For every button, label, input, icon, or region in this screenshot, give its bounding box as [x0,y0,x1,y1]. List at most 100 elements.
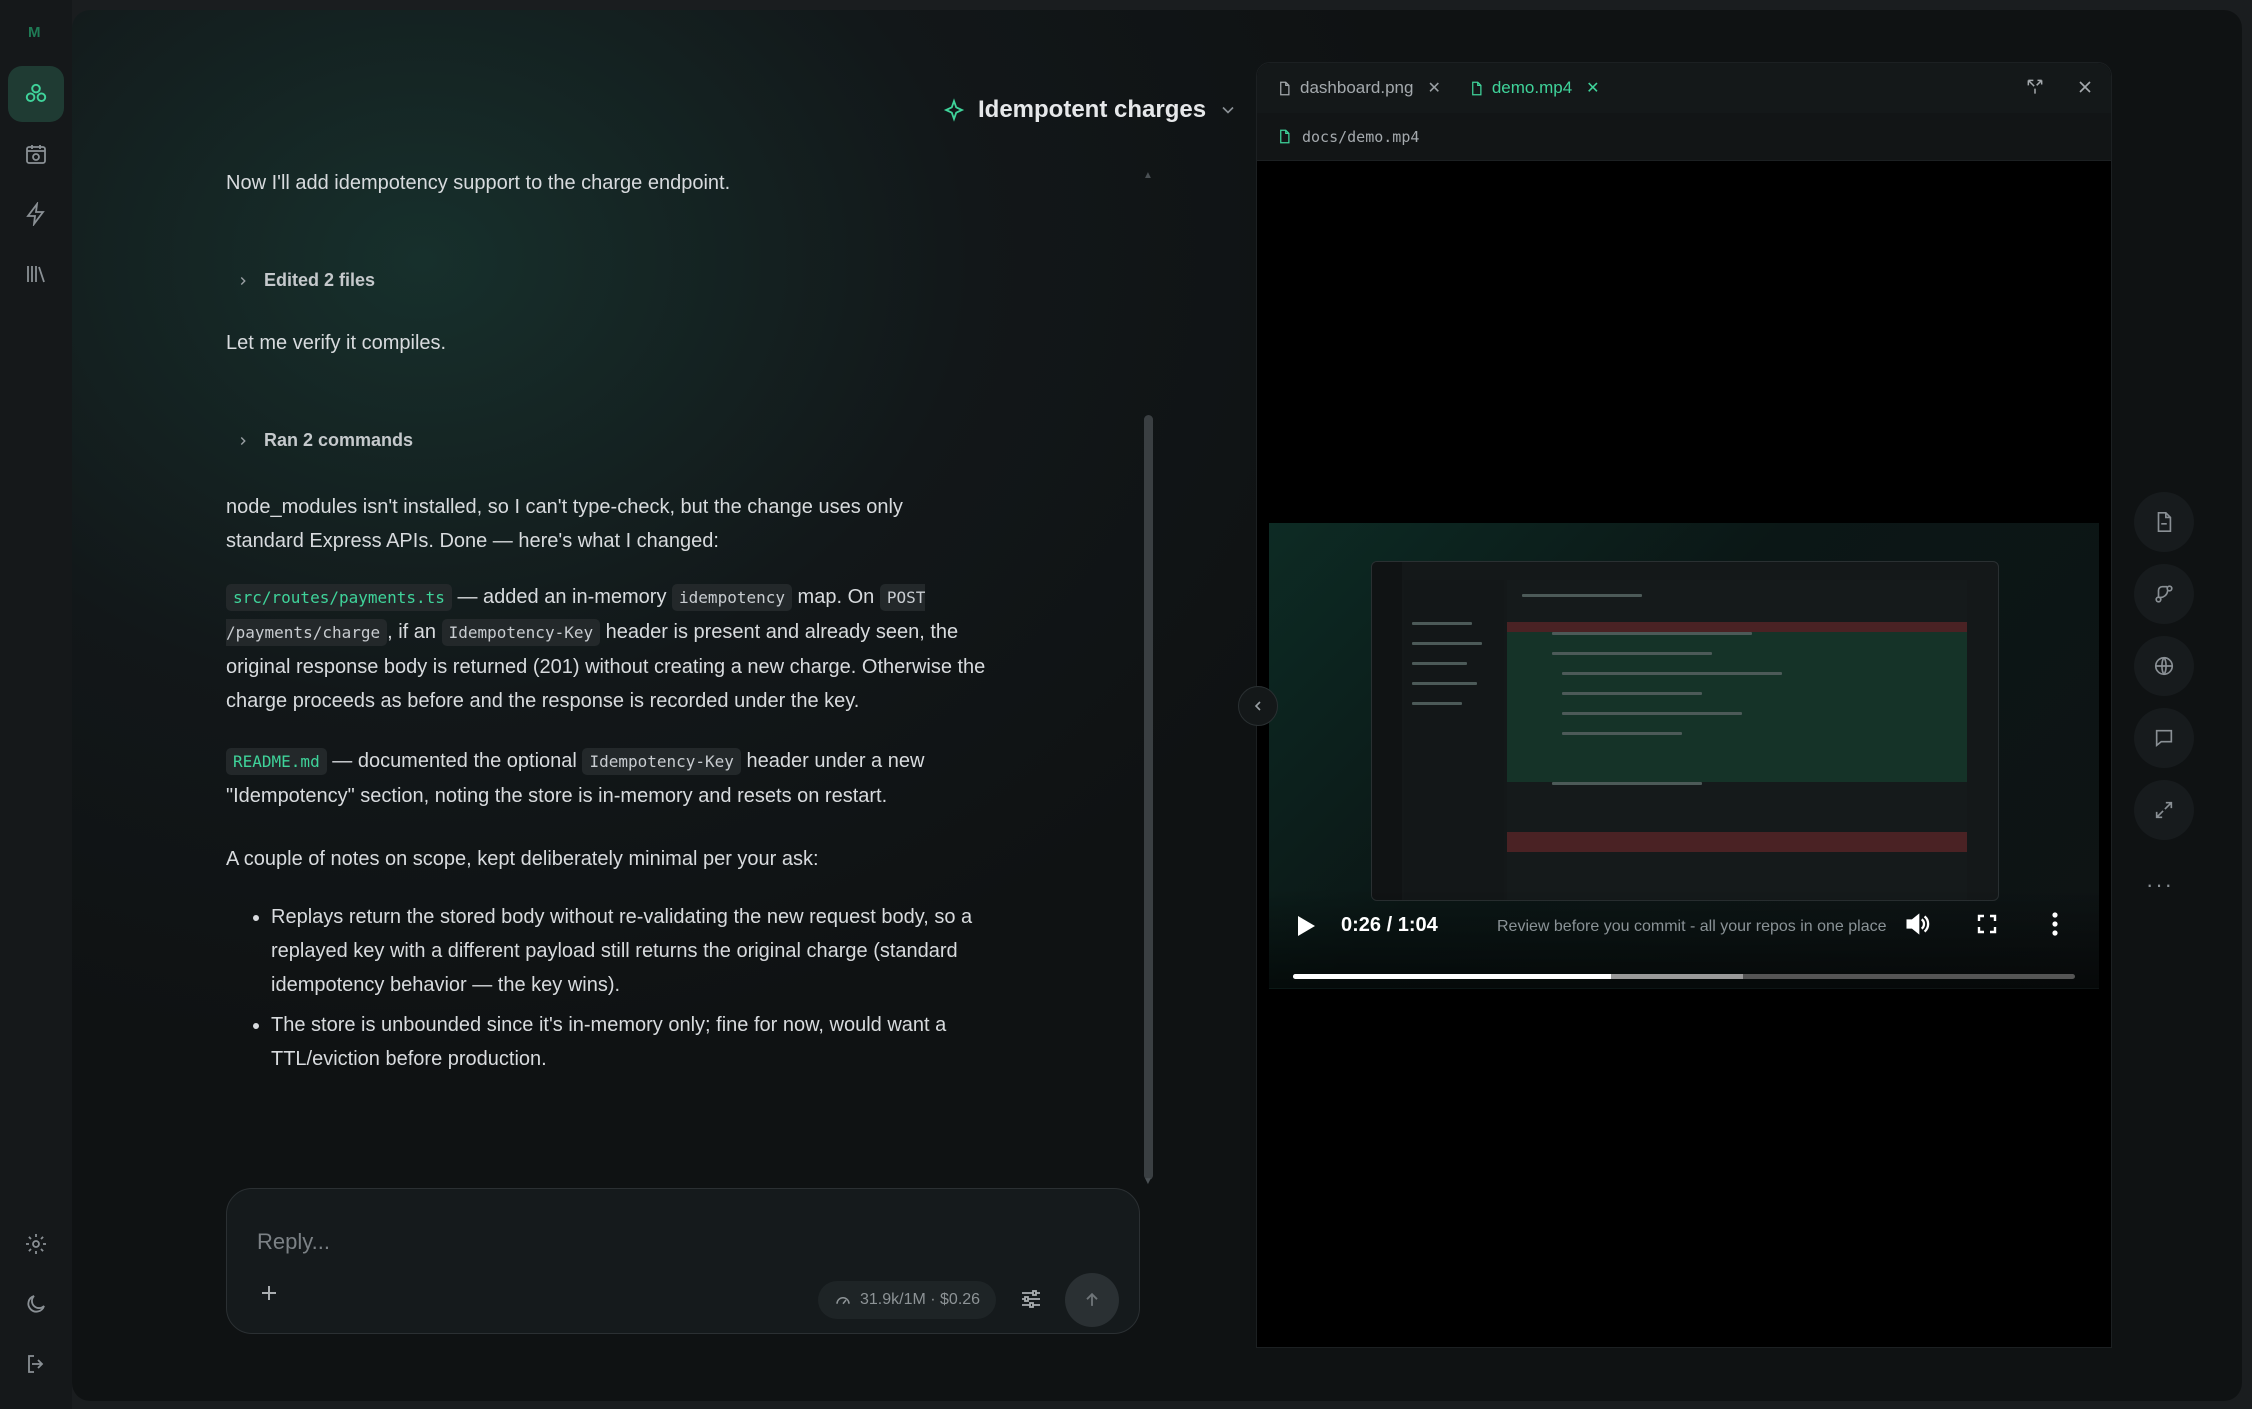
code-line [1522,594,1642,597]
conversation-title: Idempotent charges [978,96,1207,123]
browser-button[interactable] [2134,636,2194,696]
inline-code: Idempotency-Key [582,748,741,775]
agents-icon [25,83,47,103]
code-line [1562,672,1782,675]
ran-commands-label: Ran 2 commands [264,430,414,450]
file-icon [1280,129,1290,144]
change-description: src/routes/payments.ts — added an in-mem… [226,580,1006,718]
send-button[interactable] [1065,1273,1119,1327]
volume-button[interactable] [1903,910,1931,938]
tree-line [1412,702,1462,705]
frame-sidebar [1372,562,1402,900]
close-panel-icon[interactable] [2075,77,2095,97]
comments-button[interactable] [2134,708,2194,768]
tab-dashboard[interactable]: dashboard.png ✕ [1277,78,1441,98]
theme-button[interactable] [8,1276,64,1332]
close-tab-icon[interactable]: ✕ [1586,78,1599,98]
video-controls: 0:26 / 1:04 Review before you commit - a… [1269,888,2099,988]
text: — documented the optional [326,750,583,772]
scroll-up-arrow[interactable]: ▲ [1143,170,1153,181]
more-icon[interactable]: ··· [2146,872,2174,898]
diff-removed-line [1507,832,1967,852]
diff-removed-line [1507,622,1967,632]
more-vertical-icon [2052,912,2058,936]
progress-fill [1293,974,1612,979]
library-button[interactable] [8,246,64,302]
pop-out-icon[interactable] [2025,77,2045,97]
chevron-right-icon [240,436,246,445]
list-item: The store is unbounded since it's in-mem… [271,1008,1016,1076]
text: map. On [792,586,880,608]
expand-icon [2155,801,2173,819]
automations-button[interactable] [8,186,64,242]
video-frame-screenshot [1371,561,1999,901]
arrow-up-icon [1086,1292,1098,1306]
main-frame: Idempotent charges Now I'll add idempote… [72,10,2242,1401]
file-path: README.md [226,748,327,775]
tab-demo-video[interactable]: demo.mp4 ✕ [1469,78,1600,98]
video-progress-bar[interactable] [1293,974,2075,979]
volume-icon [1906,913,1930,935]
code-line [1552,652,1712,655]
usage-badge[interactable]: 31.9k/1M · $0.26 [818,1281,997,1319]
scroll-down-arrow[interactable]: ▼ [1143,1176,1153,1187]
preview-tabbar: dashboard.png ✕ demo.mp4 ✕ [1257,63,2111,113]
file-icon [1280,81,1290,95]
file-path: src/routes/payments.ts [226,584,452,611]
settings-icon [26,1234,46,1254]
chevron-right-icon [240,276,246,285]
globe-icon [2154,656,2174,676]
reply-input[interactable]: Reply... [257,1229,330,1255]
agents-button[interactable] [8,66,64,122]
list-item: Replays return the stored body without r… [271,900,1016,1002]
code-line [1562,712,1742,715]
options-button[interactable] [1019,1287,1043,1311]
frame-diff-view [1507,580,1967,900]
file-icon [2157,512,2172,532]
inline-code: idempotency [672,584,792,611]
lightning-icon [26,202,45,226]
video-time: 0:26 / 1:04 [1341,914,1438,936]
chat-scrollbar[interactable] [1144,415,1153,1180]
tree-line [1412,682,1477,685]
git-button[interactable] [2134,564,2194,624]
fullscreen-button[interactable] [1975,912,1999,936]
logout-icon [28,1355,44,1373]
logout-button[interactable] [8,1336,64,1392]
text: , if an [387,621,442,643]
assistant-message: Now I'll add idempotency support to the … [226,172,731,194]
edited-files-toggle[interactable]: Edited 2 files [226,270,375,291]
collapse-panel-button[interactable] [1238,686,1278,726]
frame-file-tree [1404,580,1504,900]
assistant-message: node_modules isn't installed, so I can't… [226,496,903,552]
chevron-left-icon [1254,701,1261,711]
plus-icon [262,1286,276,1300]
schedule-icon [26,145,46,164]
reply-box: Reply... 31.9k/1M · $0.26 [226,1188,1140,1334]
schedule-button[interactable] [8,126,64,182]
video-player[interactable]: 0:26 / 1:04 Review before you commit - a… [1269,523,2099,989]
code-line [1562,692,1702,695]
play-button[interactable] [1295,914,1317,938]
file-view-button[interactable] [2134,492,2194,552]
expand-button[interactable] [2134,780,2194,840]
moon-icon [27,1295,45,1313]
play-icon [1298,916,1315,936]
video-more-button[interactable] [2043,910,2067,938]
code-line [1562,732,1682,735]
sliders-icon [1022,1290,1040,1308]
settings-button[interactable] [8,1216,64,1272]
library-icon [27,266,45,283]
attach-button[interactable] [257,1281,281,1305]
panel-tools [2025,77,2095,97]
ran-commands-toggle[interactable]: Ran 2 commands [226,430,413,451]
usage-text: 31.9k/1M · $0.26 [860,1291,981,1308]
close-tab-icon[interactable]: ✕ [1427,78,1440,98]
app-logo: M [28,24,41,41]
tab-label: dashboard.png [1300,78,1414,97]
file-path-bar: docs/demo.mp4 [1257,113,2111,161]
change-description: README.md — documented the optional Idem… [226,744,986,813]
assistant-message: A couple of notes on scope, kept deliber… [226,848,819,870]
file-icon [1471,81,1482,95]
conversation-title-button[interactable]: Idempotent charges [942,82,1238,138]
